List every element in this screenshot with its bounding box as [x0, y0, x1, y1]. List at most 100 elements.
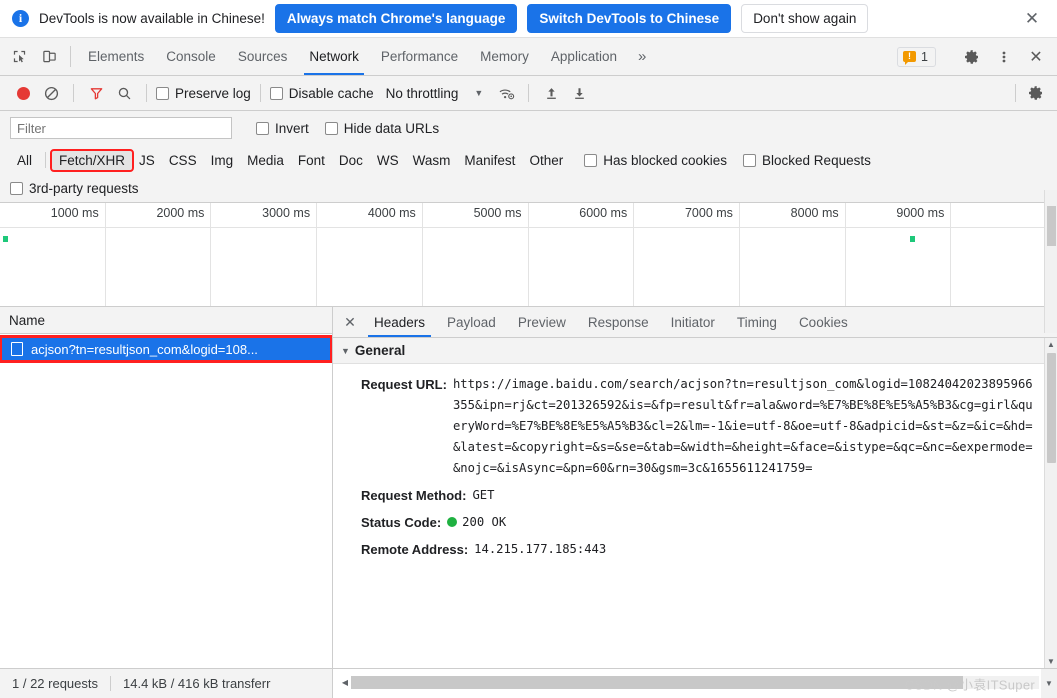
tab-memory[interactable]: Memory	[469, 38, 540, 75]
network-toolbar-right	[1008, 80, 1049, 106]
close-icon[interactable]: ✕	[1021, 47, 1051, 67]
gear-icon[interactable]	[957, 49, 987, 65]
dont-show-again-button[interactable]: Don't show again	[741, 4, 869, 33]
field-key: Status Code:	[361, 515, 442, 530]
request-list-column-header[interactable]: Name	[0, 307, 332, 334]
always-match-language-button[interactable]: Always match Chrome's language	[274, 4, 518, 33]
tab-response[interactable]: Response	[577, 307, 660, 337]
record-button[interactable]	[10, 80, 36, 106]
type-filter-manifest[interactable]: Manifest	[457, 151, 522, 170]
network-conditions-icon[interactable]	[493, 80, 519, 106]
search-icon[interactable]	[111, 80, 137, 106]
type-filter-font[interactable]: Font	[291, 151, 332, 170]
general-section-title: General	[354, 343, 406, 358]
request-name: acjson?tn=resultjson_com&logid=108...	[31, 341, 258, 357]
general-section-header[interactable]: ▼ General	[333, 338, 1044, 364]
more-tabs-icon[interactable]: »	[628, 38, 656, 75]
toolbar-divider-2	[146, 84, 147, 102]
type-filter-ws[interactable]: WS	[370, 151, 406, 170]
detail-tabbar: ✕ Headers Payload Preview Response Initi…	[333, 307, 1057, 338]
warning-bubble-icon: !	[903, 51, 917, 65]
tab-timing[interactable]: Timing	[726, 307, 788, 337]
filter-funnel-icon[interactable]	[83, 80, 109, 106]
switch-to-chinese-button[interactable]: Switch DevTools to Chinese	[527, 4, 732, 33]
field-request-method: Request Method: GET	[333, 482, 1044, 509]
tab-network[interactable]: Network	[298, 38, 370, 75]
transferred-size: 14.4 kB / 416 kB transferr	[123, 676, 271, 691]
search-input[interactable]	[10, 117, 232, 139]
table-row[interactable]: acjson?tn=resultjson_com&logid=108...	[0, 335, 332, 363]
type-filter-media[interactable]: Media	[240, 151, 291, 170]
type-filter-css[interactable]: CSS	[162, 151, 204, 170]
timeline-tick-label: 8000 ms	[790, 206, 839, 220]
network-overview-timeline[interactable]: 1000 ms 2000 ms 3000 ms 4000 ms 5000 ms …	[0, 203, 1057, 307]
timeline-cell-overflow	[951, 203, 1057, 306]
scroll-up-arrow-icon[interactable]: ▲	[1047, 338, 1055, 351]
third-party-requests-checkbox[interactable]: 3rd-party requests	[10, 181, 139, 196]
scrollbar-track[interactable]	[351, 676, 1039, 689]
tab-initiator[interactable]: Initiator	[660, 307, 726, 337]
scroll-down-arrow-icon[interactable]: ▼	[1047, 655, 1055, 668]
request-count: 1 / 22 requests	[12, 676, 98, 691]
type-filter-other[interactable]: Other	[522, 151, 570, 170]
field-value: GET	[472, 488, 495, 502]
tab-performance[interactable]: Performance	[370, 38, 469, 75]
type-filter-doc[interactable]: Doc	[332, 151, 370, 170]
timeline-cell: 8000 ms	[740, 203, 846, 306]
field-value: 14.215.177.185:443	[474, 542, 607, 556]
blocked-requests-checkbox[interactable]: Blocked Requests	[743, 153, 871, 168]
inspect-element-icon[interactable]	[4, 38, 34, 75]
hide-data-urls-checkbox[interactable]: Hide data URLs	[324, 121, 439, 136]
field-value[interactable]: https://image.baidu.com/search/acjson?tn…	[453, 374, 1036, 479]
tab-payload[interactable]: Payload	[436, 307, 507, 337]
type-filter-wasm[interactable]: Wasm	[406, 151, 458, 170]
warning-badge[interactable]: ! 1	[897, 46, 936, 67]
horizontal-scrollbar[interactable]: ◀	[339, 675, 1039, 690]
tab-preview[interactable]: Preview	[507, 307, 577, 337]
import-har-icon[interactable]	[538, 80, 564, 106]
tab-headers[interactable]: Headers	[363, 307, 436, 337]
has-blocked-cookies-label: Has blocked cookies	[603, 152, 728, 168]
tab-sources[interactable]: Sources	[227, 38, 299, 75]
timeline-cell: 1000 ms	[0, 203, 106, 306]
throttling-select[interactable]: No throttling	[386, 86, 459, 101]
disable-cache-checkbox[interactable]: Disable cache	[269, 85, 374, 101]
tab-application[interactable]: Application	[540, 38, 628, 75]
type-filter-fetch-xhr[interactable]: Fetch/XHR	[50, 148, 135, 172]
preserve-log-checkbox[interactable]: Preserve log	[156, 86, 251, 101]
banner-message: DevTools is now available in Chinese!	[39, 11, 265, 26]
type-filter-js[interactable]: JS	[132, 151, 162, 170]
kebab-menu-icon[interactable]	[989, 49, 1019, 65]
network-settings-gear-icon[interactable]	[1023, 80, 1049, 106]
tab-elements[interactable]: Elements	[77, 38, 155, 75]
main-tabbar: Elements Console Sources Network Perform…	[0, 38, 1057, 76]
close-icon[interactable]: ✕	[337, 307, 363, 337]
scrollbar-thumb[interactable]	[1046, 206, 1056, 246]
has-blocked-cookies-checkbox[interactable]: Has blocked cookies	[584, 153, 727, 168]
invert-checkbox[interactable]: Invert	[256, 121, 309, 136]
type-filter-divider	[45, 152, 47, 168]
scrollbar-thumb[interactable]	[351, 676, 964, 689]
export-har-icon[interactable]	[566, 80, 592, 106]
disable-cache-label: Disable cache	[288, 85, 374, 101]
toolbar-divider-4	[528, 84, 530, 102]
scrollbar-thumb[interactable]	[1046, 353, 1056, 463]
tab-cookies[interactable]: Cookies	[788, 307, 859, 337]
clear-icon[interactable]	[38, 80, 64, 106]
type-filter-img[interactable]: Img	[204, 151, 241, 170]
document-icon	[11, 342, 23, 356]
panel-vertical-scrollbar[interactable]	[1044, 190, 1057, 333]
third-party-requests-label: 3rd-party requests	[29, 181, 139, 196]
tab-console[interactable]: Console	[155, 38, 227, 75]
detail-body: ▼ General Request URL: https://image.bai…	[333, 338, 1057, 668]
timeline-baseline	[0, 227, 1057, 228]
type-filter-all[interactable]: All	[10, 151, 39, 170]
close-icon[interactable]: ✕	[1021, 8, 1043, 30]
device-toolbar-icon[interactable]	[34, 38, 64, 75]
field-key: Remote Address:	[361, 542, 469, 557]
chevron-down-icon[interactable]: ▼	[474, 88, 483, 98]
detail-vertical-scrollbar[interactable]: ▲ ▼	[1044, 338, 1057, 668]
scroll-left-arrow-icon[interactable]: ◀	[339, 678, 351, 687]
status-bar-summary: 1 / 22 requests 14.4 kB / 416 kB transfe…	[0, 669, 333, 698]
devtools-window: i DevTools is now available in Chinese! …	[0, 0, 1057, 698]
